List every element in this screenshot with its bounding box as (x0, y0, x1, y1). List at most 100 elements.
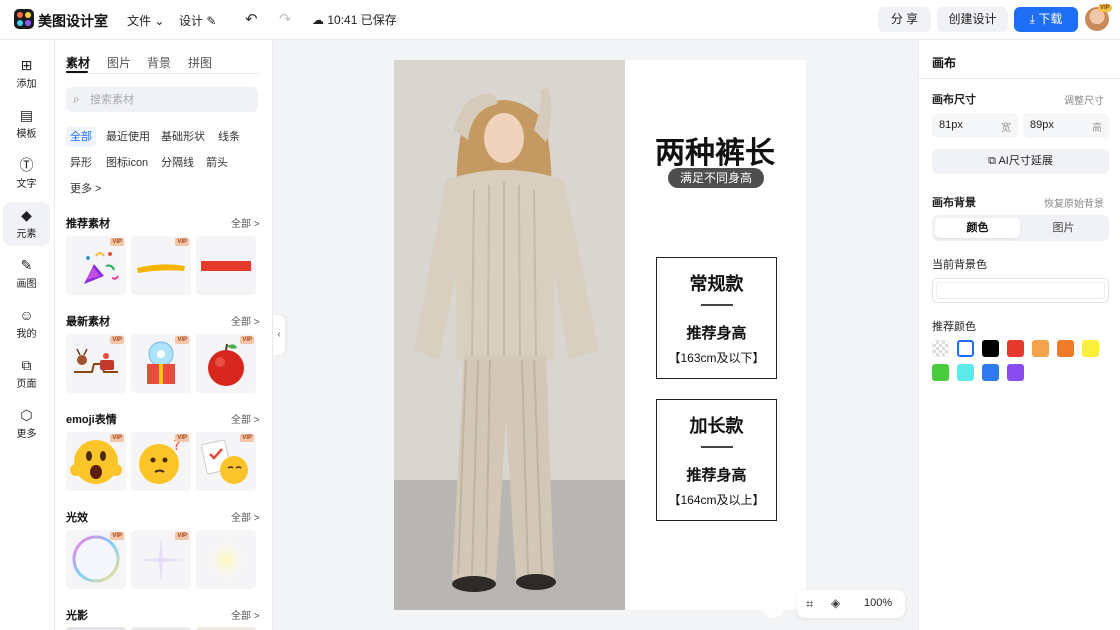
ai-extend-label: AI尺寸延展 (998, 155, 1053, 167)
tab-collage[interactable]: 拼图 (188, 54, 212, 71)
asset-thumb[interactable] (196, 530, 256, 589)
ai-extend-button[interactable]: ⧉ AI尺寸延展 (932, 149, 1109, 174)
bg-type-color[interactable]: 颜色 (935, 218, 1020, 238)
zoom-level[interactable]: 100% (864, 597, 892, 609)
section-title-emoji: emoji表情 (66, 414, 117, 426)
bg-type-image[interactable]: 图片 (1021, 218, 1106, 238)
chip-arrows[interactable]: 箭头 (202, 153, 232, 173)
vip-badge: VIP (110, 532, 124, 540)
help-button[interactable] (762, 596, 784, 618)
red-bar-icon (201, 261, 251, 271)
nav-page[interactable]: ⧉ 页面 (3, 352, 50, 396)
plus-square-icon: ⊞ (20, 57, 33, 73)
nav-draw-label: 画图 (16, 279, 37, 290)
color-swatch[interactable] (957, 364, 974, 381)
color-swatch[interactable] (1057, 340, 1074, 357)
resize-link[interactable]: 调整尺寸 (1064, 92, 1104, 107)
user-icon: ☺ (19, 307, 34, 323)
color-swatch[interactable] (1032, 340, 1049, 357)
asset-thumb[interactable] (196, 236, 256, 295)
section-title-light-effects: 光效 (66, 512, 88, 524)
nav-template[interactable]: ▤ 模板 (3, 102, 50, 146)
chip-lines[interactable]: 线条 (214, 127, 244, 147)
section-all-link[interactable]: 全部 > (231, 509, 260, 524)
nav-more[interactable]: ⬡ 更多 (3, 402, 50, 446)
download-button[interactable]: ⤓ 下载 (1014, 7, 1078, 32)
asset-thumb[interactable]: VIP (66, 236, 126, 295)
menu-file[interactable]: 文件 ⌄ (127, 12, 164, 29)
app-logo-icon[interactable] (14, 9, 34, 29)
width-value: 81px (939, 119, 963, 131)
search-box[interactable]: ⌕ (66, 87, 258, 112)
asset-thumb[interactable]: VIP (66, 334, 126, 393)
size-box-regular[interactable]: 常规款 推荐身高 【163cm及以下】 (656, 257, 777, 379)
asset-thumb[interactable]: VIP (66, 530, 126, 589)
headline-text[interactable]: 两种裤长 (654, 128, 776, 172)
vip-badge: VIP (175, 434, 189, 442)
nav-mine[interactable]: ☺ 我的 (3, 302, 50, 346)
asset-thumb[interactable]: VIP (196, 432, 256, 491)
width-unit: 宽 (1001, 123, 1011, 134)
menu-design[interactable]: 设计 ✎ (179, 12, 216, 29)
canvas-toolbar: ⌗ ◈ 100% (797, 590, 905, 618)
color-swatch[interactable] (1082, 340, 1099, 357)
nav-draw[interactable]: ✎ 画图 (3, 252, 50, 296)
chip-irregular[interactable]: 异形 (66, 153, 96, 173)
undo-icon[interactable]: ↶ (245, 10, 258, 28)
color-swatch[interactable] (982, 364, 999, 381)
cloud-icon: ☁ (312, 13, 324, 27)
share-button[interactable]: 分 享 (878, 7, 931, 32)
layers-icon[interactable]: ◈ (831, 596, 840, 610)
design-canvas[interactable]: 两种裤长 满足不同身高 常规款 推荐身高 【163cm及以下】 加长款 推荐身高… (394, 60, 806, 610)
asset-thumb[interactable]: VIP (131, 236, 191, 295)
asset-thumb[interactable]: ? VIP (131, 432, 191, 491)
height-field[interactable]: 89px 高 (1023, 113, 1109, 138)
assets-panel: 素材 图片 背景 拼图 ⌕ 全部 最近使用 基础形状 线条 异形 图标icon … (55, 40, 273, 630)
grid-icon[interactable]: ⌗ (806, 596, 813, 612)
search-input[interactable] (90, 91, 250, 108)
properties-panel: 画布 画布尺寸 调整尺寸 81px 宽 89px 高 ⧉ AI尺寸延展 画布背景… (918, 40, 1120, 630)
color-swatch[interactable] (1007, 364, 1024, 381)
create-design-button[interactable]: 创建设计 (937, 7, 1008, 32)
asset-thumb[interactable]: VIP (196, 334, 256, 393)
chevron-down-icon: ⌄ (154, 14, 165, 28)
nav-add[interactable]: ⊞ 添加 (3, 52, 50, 96)
vip-badge: VIP (240, 434, 254, 442)
section-all-link[interactable]: 全部 > (231, 411, 260, 426)
collapse-panel-handle[interactable]: ‹ (273, 315, 285, 355)
section-all-link[interactable]: 全部 > (231, 313, 260, 328)
vip-badge: VIP (110, 336, 124, 344)
tab-backgrounds[interactable]: 背景 (147, 54, 171, 71)
chip-icons[interactable]: 图标icon (102, 153, 152, 173)
chip-more[interactable]: 更多 > (66, 179, 105, 199)
vip-badge: VIP (175, 532, 189, 540)
color-swatch[interactable] (982, 340, 999, 357)
asset-thumb[interactable]: VIP (66, 432, 126, 491)
tab-assets[interactable]: 素材 (66, 54, 90, 71)
size-box-name: 常规款 (689, 274, 744, 295)
chip-all[interactable]: 全部 (66, 127, 96, 147)
restore-bg-link[interactable]: 恢复原始背景 (1044, 195, 1104, 210)
size-box-rec-label: 推荐身高 (686, 324, 747, 342)
nav-elements[interactable]: ◆ 元素 (3, 202, 50, 246)
chip-dividers[interactable]: 分隔线 (157, 153, 198, 173)
subtitle-pill[interactable]: 满足不同身高 (668, 168, 764, 188)
section-all-link[interactable]: 全部 > (231, 607, 260, 622)
chip-recent[interactable]: 最近使用 (102, 127, 154, 147)
chip-basic-shapes[interactable]: 基础形状 (157, 127, 209, 147)
width-field[interactable]: 81px 宽 (932, 113, 1018, 138)
size-box-long[interactable]: 加长款 推荐身高 【164cm及以上】 (656, 399, 777, 521)
model-photo[interactable] (394, 60, 625, 610)
asset-thumb[interactable]: VIP (131, 334, 191, 393)
swatch-white-selected[interactable] (957, 340, 974, 357)
redo-icon[interactable]: ↷ (279, 10, 292, 28)
swatch-transparent[interactable] (932, 340, 949, 357)
current-bg-color-picker[interactable] (932, 278, 1109, 303)
section-all-link[interactable]: 全部 > (231, 215, 260, 230)
asset-thumb[interactable]: VIP (131, 530, 191, 589)
menu-file-label: 文件 (127, 14, 152, 28)
color-swatch[interactable] (932, 364, 949, 381)
color-swatch[interactable] (1007, 340, 1024, 357)
tab-images[interactable]: 图片 (107, 54, 131, 71)
nav-text[interactable]: Ⓣ 文字 (3, 152, 50, 196)
